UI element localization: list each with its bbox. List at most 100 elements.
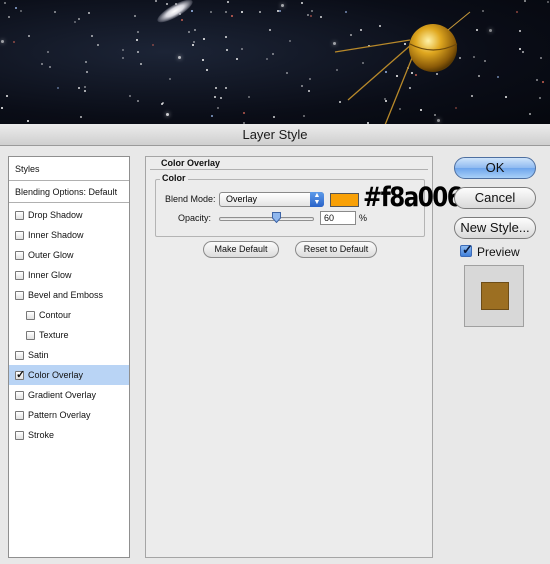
style-checkbox[interactable] bbox=[15, 210, 24, 220]
star bbox=[80, 116, 82, 118]
star bbox=[47, 51, 49, 53]
star bbox=[15, 7, 17, 9]
style-item-contour[interactable]: Contour bbox=[9, 305, 129, 325]
section-title: Color Overlay bbox=[161, 158, 221, 168]
styles-panel: Styles Blending Options: Default Drop Sh… bbox=[8, 156, 130, 558]
opacity-input[interactable]: 60 bbox=[320, 211, 356, 225]
style-item-inner-shadow[interactable]: Inner Shadow bbox=[9, 225, 129, 245]
style-checkbox[interactable] bbox=[26, 330, 35, 340]
color-group-label: Color bbox=[160, 173, 188, 183]
star bbox=[505, 96, 507, 98]
color-overlay-panel: Color Overlay Color Blend Mode: Overlay … bbox=[145, 156, 463, 558]
style-item-label: Inner Shadow bbox=[28, 230, 84, 240]
star bbox=[28, 35, 30, 37]
styles-header[interactable]: Styles bbox=[9, 157, 129, 181]
star bbox=[214, 96, 216, 98]
star bbox=[303, 115, 305, 117]
star bbox=[217, 107, 219, 109]
star bbox=[220, 97, 222, 99]
star bbox=[193, 41, 195, 43]
style-checkbox[interactable] bbox=[15, 430, 24, 440]
star bbox=[166, 113, 169, 116]
star bbox=[236, 58, 238, 60]
star bbox=[191, 10, 193, 12]
star bbox=[188, 31, 190, 33]
blend-mode-label: Blend Mode: bbox=[165, 194, 216, 204]
style-checkbox[interactable] bbox=[15, 390, 24, 400]
star bbox=[289, 40, 291, 42]
star bbox=[27, 120, 29, 122]
star bbox=[310, 15, 312, 17]
star bbox=[192, 44, 194, 46]
preview-checkbox[interactable] bbox=[460, 242, 473, 258]
style-item-texture[interactable]: Texture bbox=[9, 325, 129, 345]
style-item-label: Pattern Overlay bbox=[28, 410, 91, 420]
opacity-slider-thumb[interactable] bbox=[271, 212, 281, 223]
style-item-bevel-and-emboss[interactable]: Bevel and Emboss bbox=[9, 285, 129, 305]
style-checkbox[interactable] bbox=[15, 250, 24, 260]
style-checkbox[interactable] bbox=[15, 350, 24, 360]
style-checkbox[interactable] bbox=[15, 270, 24, 280]
dialog-title: Layer Style bbox=[0, 124, 550, 146]
cancel-button[interactable]: Cancel bbox=[454, 187, 536, 209]
style-item-label: Satin bbox=[28, 350, 49, 360]
style-checkbox[interactable] bbox=[15, 230, 24, 240]
star bbox=[227, 1, 229, 3]
star bbox=[129, 95, 131, 97]
star bbox=[169, 78, 171, 80]
opacity-slider[interactable] bbox=[219, 217, 314, 221]
star bbox=[57, 87, 59, 89]
star bbox=[308, 90, 310, 92]
star bbox=[519, 30, 521, 32]
star bbox=[281, 4, 284, 7]
star bbox=[241, 11, 243, 13]
style-item-stroke[interactable]: Stroke bbox=[9, 425, 129, 445]
star bbox=[88, 12, 90, 14]
style-checkbox[interactable] bbox=[26, 310, 35, 320]
star bbox=[301, 85, 303, 87]
reset-to-default-button[interactable]: Reset to Default bbox=[295, 241, 377, 258]
style-item-label: Bevel and Emboss bbox=[28, 290, 104, 300]
style-checkbox[interactable] bbox=[15, 368, 25, 381]
star bbox=[529, 113, 531, 115]
blending-options-item[interactable]: Blending Options: Default bbox=[9, 181, 129, 203]
style-item-pattern-overlay[interactable]: Pattern Overlay bbox=[9, 405, 129, 425]
star bbox=[210, 11, 212, 13]
star bbox=[78, 18, 80, 20]
star bbox=[78, 87, 80, 89]
style-item-inner-glow[interactable]: Inner Glow bbox=[9, 265, 129, 285]
make-default-button[interactable]: Make Default bbox=[203, 241, 279, 258]
style-item-label: Color Overlay bbox=[28, 370, 84, 380]
star bbox=[84, 86, 86, 88]
star bbox=[134, 15, 136, 17]
star bbox=[74, 21, 76, 23]
style-item-outer-glow[interactable]: Outer Glow bbox=[9, 245, 129, 265]
star bbox=[155, 0, 157, 2]
star bbox=[272, 53, 274, 55]
style-checkbox[interactable] bbox=[15, 290, 24, 300]
star bbox=[162, 102, 164, 104]
style-checkbox[interactable] bbox=[15, 410, 24, 420]
star bbox=[482, 10, 484, 12]
style-item-gradient-overlay[interactable]: Gradient Overlay bbox=[9, 385, 129, 405]
star bbox=[137, 31, 139, 33]
star bbox=[516, 11, 518, 13]
star bbox=[166, 3, 168, 5]
style-preview bbox=[464, 265, 524, 327]
style-item-color-overlay[interactable]: Color Overlay bbox=[9, 365, 129, 385]
style-item-label: Inner Glow bbox=[28, 270, 72, 280]
new-style-button[interactable]: New Style... bbox=[454, 217, 536, 239]
star bbox=[524, 0, 526, 2]
preview-swatch bbox=[481, 282, 509, 310]
space-background bbox=[0, 0, 550, 130]
star bbox=[137, 51, 139, 53]
star bbox=[152, 44, 154, 46]
style-item-label: Texture bbox=[39, 330, 69, 340]
style-item-label: Stroke bbox=[28, 430, 55, 440]
blend-mode-select[interactable]: Overlay ▲ ▼ bbox=[219, 192, 324, 207]
select-arrows-icon: ▲ ▼ bbox=[310, 192, 324, 207]
style-item-satin[interactable]: Satin bbox=[9, 345, 129, 365]
ok-button[interactable]: OK bbox=[454, 157, 536, 179]
overlay-color-swatch[interactable] bbox=[330, 193, 359, 207]
style-item-drop-shadow[interactable]: Drop Shadow bbox=[9, 205, 129, 225]
